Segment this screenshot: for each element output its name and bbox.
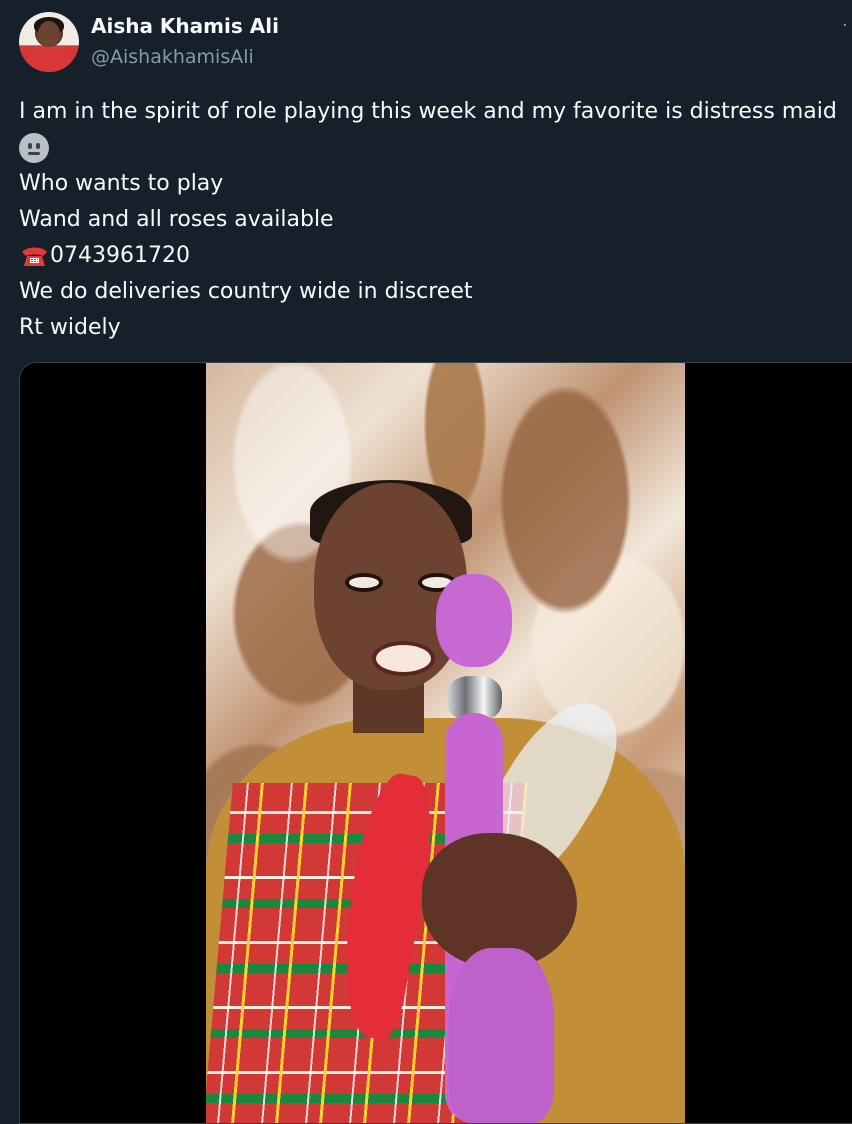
video-frame[interactable]: [206, 363, 685, 1123]
author-handle[interactable]: @AishakhamisAli: [91, 44, 254, 70]
tweet-line-7: Rt widely: [19, 315, 121, 340]
tweet-text: I am in the spirit of role playing this …: [19, 94, 852, 346]
purple-product-bottom: [449, 948, 554, 1123]
more-icon[interactable]: ·: [842, 15, 852, 41]
author-display-name[interactable]: Aisha Khamis Ali: [91, 12, 279, 40]
tweet-line-2: [19, 130, 852, 166]
tweet-line-6: We do deliveries country wide in discree…: [19, 279, 473, 304]
telephone-icon: [22, 247, 47, 266]
author-avatar[interactable]: [19, 12, 79, 72]
avatar-clothing: [26, 48, 72, 72]
phone-number: 0743961720: [50, 243, 190, 268]
neutral-face-icon: [19, 133, 49, 163]
purple-wand-head: [436, 574, 512, 667]
video-player[interactable]: [19, 362, 852, 1124]
neutral-face-mouth: [28, 152, 40, 155]
tweet-card[interactable]: Aisha Khamis Ali @AishakhamisAli · I am …: [0, 0, 852, 1124]
tweet-line-3: Who wants to play: [19, 171, 224, 196]
tweet-line-5: 0743961720: [19, 238, 852, 274]
person-mouth: [372, 641, 435, 676]
avatar-face: [38, 21, 60, 47]
person-left-eye: [345, 573, 383, 592]
tweet-line-4: Wand and all roses available: [19, 207, 334, 232]
tweet-line-1: I am in the spirit of role playing this …: [19, 99, 837, 124]
